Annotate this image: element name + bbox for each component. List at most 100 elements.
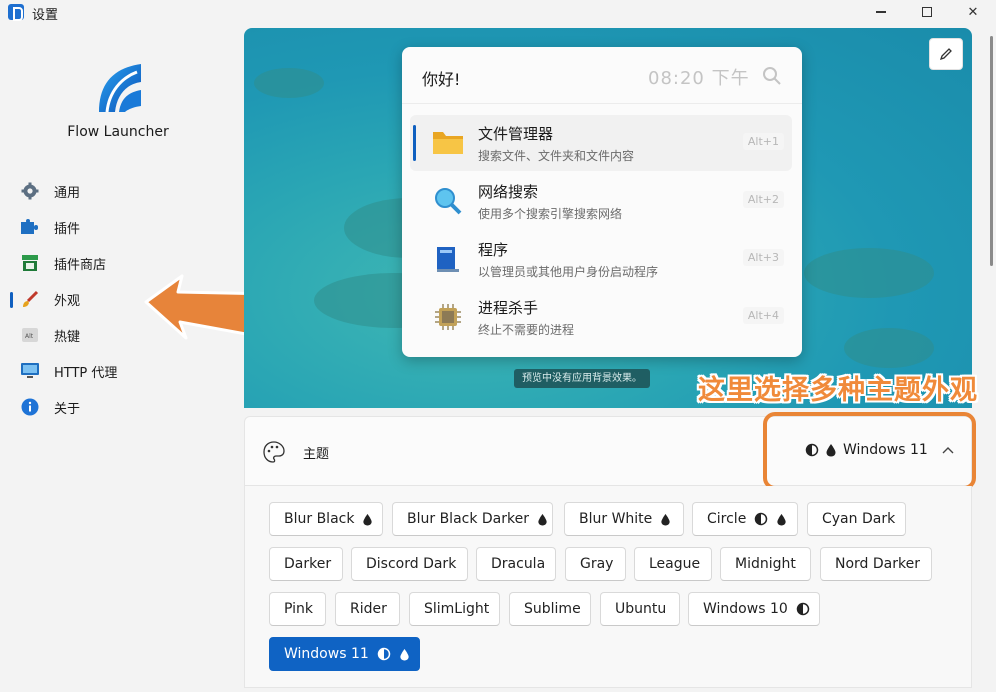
theme-option-label: Circle: [707, 511, 747, 527]
theme-option-circle[interactable]: Circle: [692, 502, 798, 536]
minimize-icon: [876, 11, 886, 13]
theme-option-label: Nord Darker: [835, 556, 920, 572]
annotation-highlight-box: [763, 412, 976, 490]
sidebar-item-label: 插件: [54, 221, 81, 237]
program-icon: [432, 243, 464, 275]
theme-option-label: Cyan Dark: [822, 511, 896, 527]
result-title: 网络搜索: [478, 183, 539, 201]
result-subtitle: 终止不需要的进程: [478, 323, 575, 337]
theme-option-gray[interactable]: Gray: [565, 547, 626, 581]
launcher-result-item: 文件管理器 搜索文件、文件夹和文件内容 Alt+1: [410, 115, 792, 171]
theme-option-dracula[interactable]: Dracula: [476, 547, 556, 581]
sidebar-item-http-proxy[interactable]: HTTP 代理: [10, 355, 230, 387]
drop-icon: [362, 513, 373, 526]
result-subtitle: 以管理员或其他用户身份启动程序: [478, 265, 659, 279]
launcher-query-text: 你好!: [422, 70, 461, 89]
theme-option-label: Rider: [350, 601, 387, 617]
close-button[interactable]: ✕: [950, 0, 996, 24]
theme-label: 主题: [303, 447, 330, 462]
theme-option-league[interactable]: League: [634, 547, 712, 581]
close-icon: ✕: [967, 4, 979, 20]
palette-icon: [263, 441, 285, 463]
launcher-result-item: 程序 以管理员或其他用户身份启动程序 Alt+3: [410, 231, 792, 287]
sidebar-item-label: 通用: [54, 185, 81, 201]
sidebar-item-plugins[interactable]: 插件: [10, 211, 230, 243]
theme-option-label: Windows 11: [284, 646, 369, 662]
result-hotkey: Alt+4: [742, 307, 784, 324]
theme-option-label: Dracula: [491, 556, 546, 572]
window-title: 设置: [32, 8, 59, 23]
contrast-icon: [754, 512, 768, 526]
theme-option-label: Blur Black Darker: [407, 511, 529, 527]
magnifier-icon: [432, 185, 464, 217]
store-icon: [20, 253, 40, 273]
theme-option-label: Blur White: [579, 511, 653, 527]
selected-result-indicator: [413, 125, 416, 161]
search-icon: [763, 67, 781, 85]
result-subtitle: 搜索文件、文件夹和文件内容: [478, 149, 635, 163]
annotation-text: 这里选择多种主题外观: [698, 375, 978, 406]
title-bar: 设置 ✕: [0, 0, 996, 24]
theme-option-blur-black[interactable]: Blur Black: [269, 502, 383, 536]
flow-launcher-logo: [99, 64, 141, 112]
info-icon: [20, 397, 40, 417]
sidebar-item-label: 关于: [54, 401, 81, 417]
contrast-icon: [377, 647, 391, 661]
theme-option-midnight[interactable]: Midnight: [720, 547, 811, 581]
theme-option-label: Pink: [284, 601, 314, 617]
monitor-icon: [20, 361, 40, 381]
edit-button[interactable]: [929, 38, 963, 70]
theme-option-slimlight[interactable]: SlimLight: [409, 592, 500, 626]
theme-option-windows-11[interactable]: Windows 11: [269, 637, 420, 671]
theme-option-label: Discord Dark: [366, 556, 457, 572]
gear-icon: [20, 181, 40, 201]
maximize-icon: [922, 7, 932, 17]
theme-option-nord-darker[interactable]: Nord Darker: [820, 547, 932, 581]
theme-option-rider[interactable]: Rider: [335, 592, 400, 626]
drop-icon: [399, 648, 410, 661]
minimize-button[interactable]: [858, 0, 904, 24]
theme-option-cyan-dark[interactable]: Cyan Dark: [807, 502, 906, 536]
sidebar-item-about[interactable]: 关于: [10, 391, 230, 423]
theme-option-darker[interactable]: Darker: [269, 547, 343, 581]
theme-option-ubuntu[interactable]: Ubuntu: [600, 592, 680, 626]
brush-icon: [20, 289, 40, 309]
maximize-button[interactable]: [904, 0, 950, 24]
theme-option-label: Darker: [284, 556, 332, 572]
result-title: 程序: [478, 241, 509, 259]
scrollbar[interactable]: [990, 36, 993, 266]
folder-icon: [432, 127, 464, 159]
preview-note: 预览中没有应用背景效果。: [514, 369, 650, 388]
launcher-clock: 08:20 下午: [648, 68, 750, 89]
theme-option-blur-black-darker[interactable]: Blur Black Darker: [392, 502, 553, 536]
result-title: 进程杀手: [478, 299, 539, 317]
contrast-icon: [796, 602, 810, 616]
result-hotkey: Alt+1: [742, 133, 784, 150]
theme-option-label: SlimLight: [424, 601, 490, 617]
launcher-preview-window: 你好! 08:20 下午 文件管理器 搜索文件、文件夹和文件内容 Alt+1 网…: [402, 47, 802, 357]
theme-option-label: Windows 10: [703, 601, 788, 617]
result-subtitle: 使用多个搜索引擎搜索网络: [478, 207, 623, 221]
svg-text:Alt: Alt: [25, 333, 34, 340]
sidebar-item-label: HTTP 代理: [54, 365, 118, 381]
divider: [402, 103, 802, 104]
theme-option-sublime[interactable]: Sublime: [509, 592, 591, 626]
theme-option-windows-10[interactable]: Windows 10: [688, 592, 820, 626]
launcher-result-item: 网络搜索 使用多个搜索引擎搜索网络 Alt+2: [410, 173, 792, 229]
drop-icon: [537, 513, 548, 526]
puzzle-icon: [20, 217, 40, 237]
theme-option-label: Midnight: [735, 556, 796, 572]
theme-option-pink[interactable]: Pink: [269, 592, 326, 626]
theme-option-discord-dark[interactable]: Discord Dark: [351, 547, 468, 581]
drop-icon: [660, 513, 671, 526]
sidebar-item-label: 插件商店: [54, 257, 107, 273]
theme-option-label: Sublime: [524, 601, 581, 617]
theme-option-blur-white[interactable]: Blur White: [564, 502, 684, 536]
theme-option-label: Ubuntu: [615, 601, 667, 617]
theme-option-label: Blur Black: [284, 511, 355, 527]
launcher-result-item: 进程杀手 终止不需要的进程 Alt+4: [410, 289, 792, 345]
theme-options-panel: Blur Black Blur Black Darker Blur White Cir…: [244, 486, 972, 688]
sidebar-item-general[interactable]: 通用: [10, 175, 230, 207]
pencil-icon: [939, 48, 952, 61]
keyboard-icon: Alt: [20, 325, 40, 345]
